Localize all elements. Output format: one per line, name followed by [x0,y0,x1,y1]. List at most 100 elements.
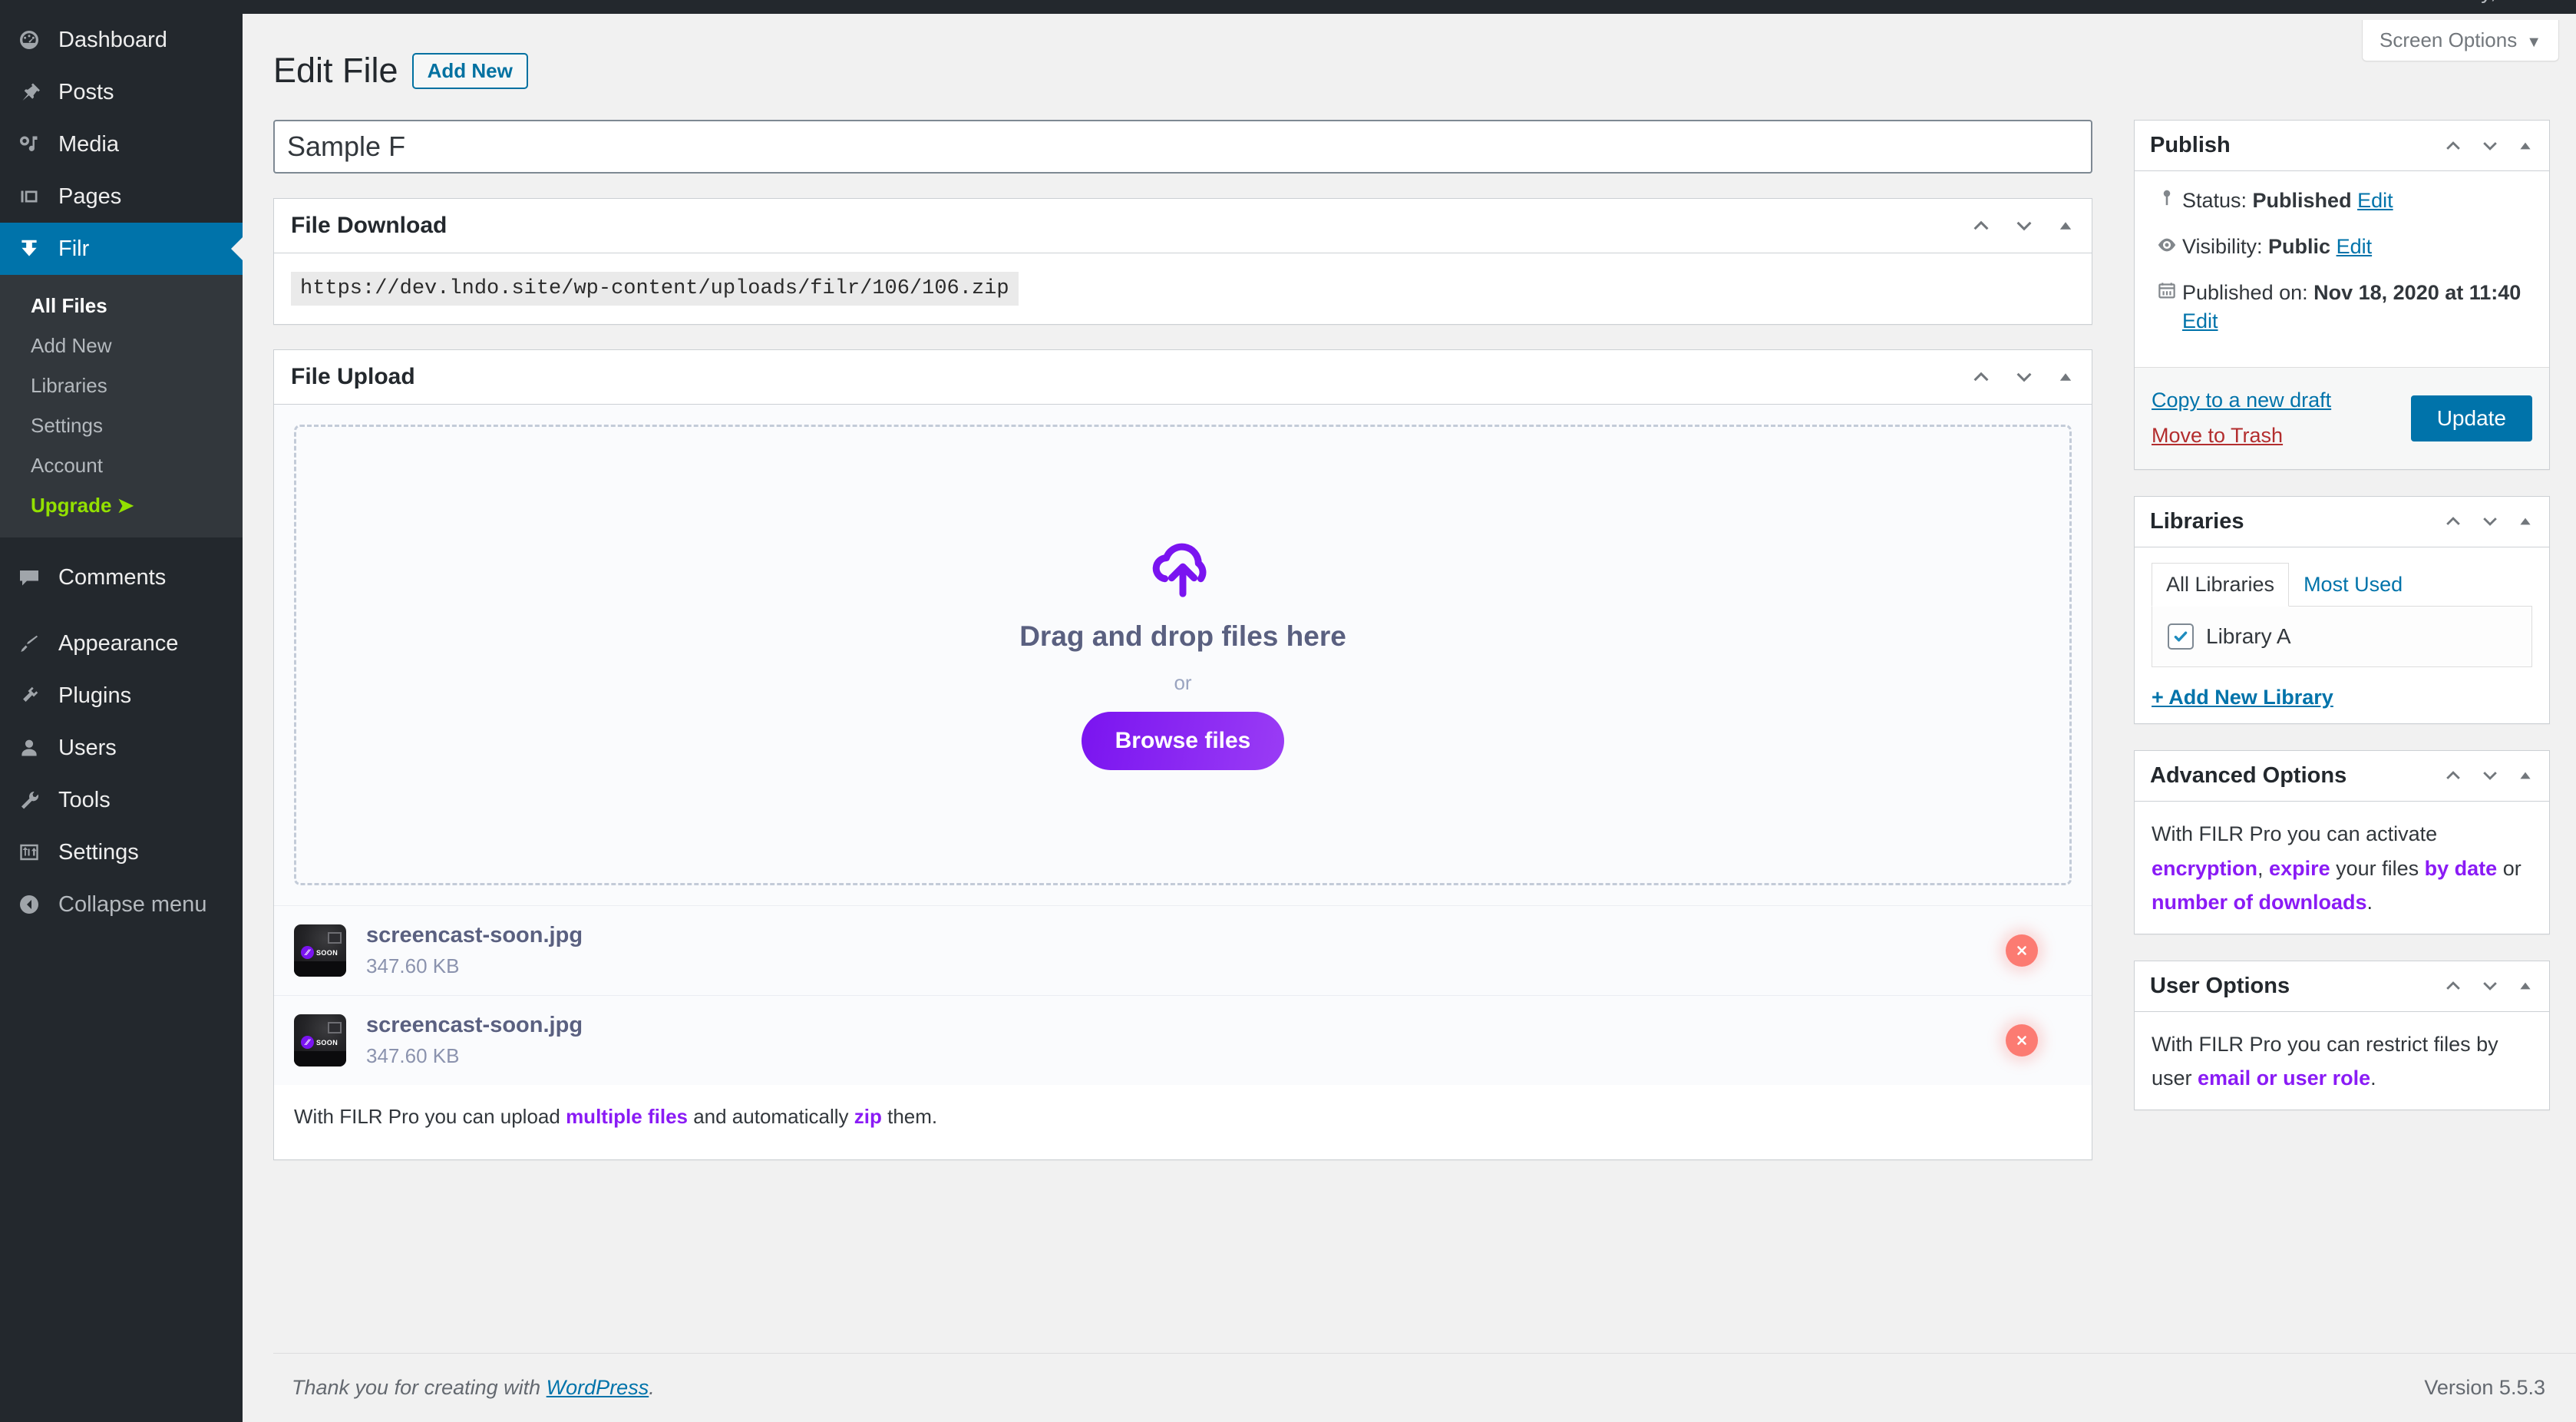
sidebar-subitem-all-files[interactable]: All Files [0,286,243,326]
published-on-row: Published on: Nov 18, 2020 at 11:40 Edit [2152,279,2532,337]
thumb-badge-label: SOON [316,948,339,957]
edit-published-date-link[interactable]: Edit [2182,309,2218,332]
file-dropzone[interactable]: Drag and drop files here or Browse files [294,425,2072,885]
eye-icon [2152,233,2182,256]
move-to-trash-link[interactable]: Move to Trash [2152,424,2283,447]
sidebar-item-label: Comments [58,564,167,590]
move-up-icon[interactable] [2443,511,2463,531]
sidebar-item-pages[interactable]: Pages [0,170,243,223]
adv-bold-expire[interactable]: expire [2269,857,2330,880]
adv-bold-encryption[interactable]: encryption [2152,857,2257,880]
pro-note-bold-zip[interactable]: zip [854,1105,882,1128]
toggle-panel-icon[interactable] [2056,217,2075,235]
list-item[interactable]: Library A [2168,623,2516,650]
sidebar-item-label: Dashboard [58,27,167,52]
remove-file-button[interactable] [2006,1024,2038,1057]
pro-note-bold-multiple-files[interactable]: multiple files [566,1105,688,1128]
panel-controls [2443,511,2534,531]
screen-options-label: Screen Options [2379,28,2518,51]
toggle-panel-icon[interactable] [2056,368,2075,386]
sidebar-subitem-settings[interactable]: Settings [0,405,243,445]
adv-bold-number-of-downloads[interactable]: number of downloads [2152,891,2367,914]
add-new-button[interactable]: Add New [411,52,528,89]
sidebar-item-comments[interactable]: Comments [0,551,243,604]
sidebar-item-label: Posts [58,79,114,104]
chevron-down-icon: ▼ [2526,34,2541,51]
adv-text-4: or [2497,856,2522,880]
move-down-icon[interactable] [2480,766,2500,785]
sidebar-item-filr[interactable]: Filr [0,223,243,275]
sidebar-subitem-upgrade[interactable]: Upgrade ➤ [0,485,243,525]
panel-title: File Upload [291,364,415,389]
dropzone-wrapper: Drag and drop files here or Browse files [274,405,2092,905]
publish-actions: Copy to a new draft Move to Trash [2152,383,2331,454]
move-down-icon[interactable] [2480,136,2500,156]
post-title-input[interactable] [273,120,2092,174]
sidebar-item-label: Settings [58,839,139,865]
update-button[interactable]: Update [2410,395,2532,442]
sidebar-item-label: Filr [58,236,90,261]
sidebar-subitem-libraries[interactable]: Libraries [0,365,243,405]
sidebar-item-users[interactable]: Users [0,722,243,774]
move-up-icon[interactable] [2443,766,2463,785]
edit-visibility-link[interactable]: Edit [2337,235,2373,258]
toggle-panel-icon[interactable] [2517,513,2534,530]
published-on-text: Published on: Nov 18, 2020 at 11:40 Edit [2182,279,2532,337]
tools-icon [8,789,51,812]
browse-files-button[interactable]: Browse files [1081,712,1285,770]
sidebar-subitem-add-new[interactable]: Add New [0,326,243,365]
advanced-options-text: With FILR Pro you can activate encryptio… [2152,817,2532,920]
sidebar-item-settings[interactable]: Settings [0,826,243,878]
sidebar-item-tools[interactable]: Tools [0,774,243,826]
tab-most-used[interactable]: Most Used [2289,563,2417,607]
remove-file-button[interactable] [2006,934,2038,967]
library-checkbox[interactable] [2168,623,2194,650]
sidebar-item-label: Collapse menu [58,891,207,917]
sidebar-item-dashboard[interactable]: Dashboard [0,14,243,66]
panel-controls [2443,976,2534,996]
tab-all-libraries[interactable]: All Libraries [2152,562,2290,607]
thumb-badge: ⁄⁄ SOON [301,946,338,959]
sidebar-item-appearance[interactable]: Appearance [0,617,243,670]
move-down-icon[interactable] [2013,215,2035,236]
publish-panel: Publish Status: Published Edit Visibilit… [2134,120,2550,470]
wordpress-link[interactable]: WordPress [547,1376,649,1399]
move-up-icon[interactable] [1970,366,1992,388]
content-area: Screen Options ▼ Edit File Add New File D… [243,14,2576,1422]
sidebar-divider [0,537,243,551]
panel-title: Publish [2150,133,2231,157]
move-up-icon[interactable] [1970,215,1992,236]
move-down-icon[interactable] [2013,366,2035,388]
file-upload-panel: File Upload Drag and drop files here or … [273,349,2092,1160]
sidebar-item-posts[interactable]: Posts [0,66,243,118]
sidebar-item-media[interactable]: Media [0,118,243,170]
adv-text-2: , [2257,856,2270,880]
sidebar-submenu-filr: All Files Add New Libraries Settings Acc… [0,275,243,537]
sidebar-item-collapse-menu[interactable]: Collapse menu [0,878,243,931]
sidebar-item-plugins[interactable]: Plugins [0,670,243,722]
pro-note-prefix: With FILR Pro you can upload [294,1105,566,1128]
screen-options-button[interactable]: Screen Options ▼ [2361,20,2559,61]
usr-bold-email-or-role[interactable]: email or user role [2198,1066,2370,1090]
sidebar-subitem-account[interactable]: Account [0,445,243,485]
edit-status-link[interactable]: Edit [2357,189,2393,212]
file-size: 347.60 KB [366,1044,460,1067]
panel-controls [2443,766,2534,785]
appearance-icon [8,632,51,655]
toggle-panel-icon[interactable] [2517,137,2534,154]
copy-to-new-draft-link[interactable]: Copy to a new draft [2152,389,2331,412]
user-options-text: With FILR Pro you can restrict files by … [2152,1027,2532,1096]
published-date: Nov 18, 2020 at 11:40 [2313,280,2522,304]
user-options-panel-header: User Options [2135,961,2549,1012]
move-down-icon[interactable] [2480,511,2500,531]
toggle-panel-icon[interactable] [2517,767,2534,784]
file-download-panel-body: https://dev.lndo.site/wp-content/uploads… [274,253,2092,324]
toggle-panel-icon[interactable] [2517,977,2534,994]
move-up-icon[interactable] [2443,136,2463,156]
move-up-icon[interactable] [2443,976,2463,996]
move-down-icon[interactable] [2480,976,2500,996]
add-new-library-link[interactable]: + Add New Library [2152,686,2333,709]
side-column: Publish Status: Published Edit Visibilit… [2134,120,2550,1136]
plugins-icon [8,684,51,707]
adv-bold-by-date[interactable]: by date [2425,857,2498,880]
